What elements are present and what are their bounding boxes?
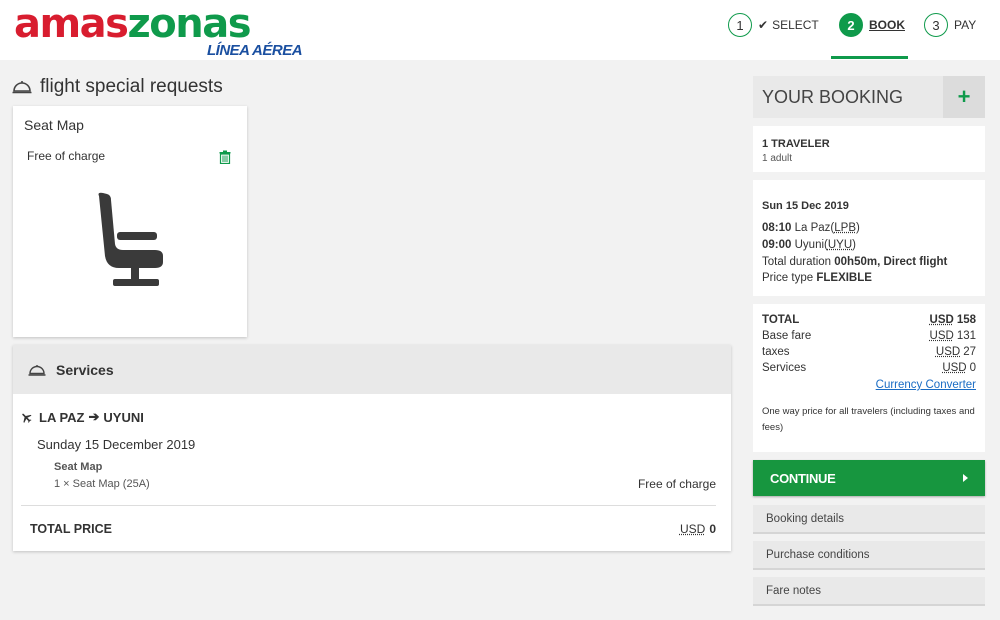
arrival-code: UYU [827,239,853,251]
seat-map-title: Seat Map [24,117,84,133]
trash-icon[interactable] [219,150,231,164]
services-title: Services [56,362,114,378]
duration-label: Total duration [762,256,832,268]
price-type-value: FLEXIBLE [816,272,872,284]
purchase-conditions-button[interactable]: Purchase conditions [753,541,985,570]
step-select[interactable]: 1 ✔ SELECT [728,13,819,37]
currency-code: USD [679,522,706,536]
travelers-panel: 1 TRAVELER 1 adult [753,126,985,172]
flight-route: LA PAZ ➔ UYUNI [20,409,144,425]
seat-map-price: Free of charge [27,149,106,163]
side-button-label: Purchase conditions [766,549,870,561]
airplane-icon [22,413,32,423]
price-breakdown-panel: TOTAL USD 158 Base fare USD 131 taxes USD 2… [753,304,985,452]
summary-flight-date: Sun 15 Dec 2019 [762,200,849,212]
amaszonas-logo[interactable]: amaszonas LÍNEA AÉREA [14,2,314,60]
divider [21,505,716,506]
route-destination: UYUNI [103,409,144,425]
step-label: PAY [954,18,977,32]
travelers-detail: 1 adult [762,153,793,164]
page-title-text: flight special requests [40,76,223,97]
caret-right-icon [963,474,968,482]
side-button-label: Booking details [766,513,844,525]
price-row-label: Base fare [762,330,812,342]
step-number: 2 [839,13,863,37]
step-number: 3 [924,13,948,37]
continue-button[interactable]: CONTINUE [753,460,985,496]
price-row-value: USD 131 [929,330,976,342]
checkmark-icon: ✔ [758,18,769,32]
header: amaszonas LÍNEA AÉREA 1 ✔ SELECT 2 BOOK … [0,0,1000,60]
departure-city: La Paz( [794,222,835,234]
step-number: 1 [728,13,752,37]
arrival-time: 09:00 [762,239,792,251]
active-step-indicator [831,56,908,59]
price-type-line: Price type FLEXIBLE [762,272,872,284]
price-type-label: Price type [762,272,814,284]
flight-summary-panel: Sun 15 Dec 2019 08:10 La Paz(LPB) 09:00 … [753,180,985,296]
step-pay[interactable]: 3 PAY [924,13,976,37]
your-booking-header: YOUR BOOKING + [753,76,985,118]
services-card: Services LA PAZ ➔ UYUNI Sunday 15 Decemb… [13,345,731,551]
services-header: Services [13,345,731,394]
duration-value: 00h50m, Direct flight [834,256,948,268]
plus-icon[interactable]: + [943,76,985,118]
price-row-label: taxes [762,346,790,358]
service-item-detail: 1 × Seat Map (25A) [54,478,150,490]
total-amount: 0 [709,522,716,536]
seat-map-card[interactable]: Seat Map Free of charge [13,106,247,337]
logo-tagline: LÍNEA AÉREA [207,42,303,59]
departure-code: LPB [834,222,857,234]
price-note: One way price for all travelers (includi… [762,406,975,433]
continue-label: CONTINUE [770,471,836,486]
total-price-label: TOTAL PRICE [30,522,112,536]
paren: ) [856,222,860,234]
flight-date: Sunday 15 December 2019 [37,437,196,452]
step-label: SELECT [772,18,819,32]
route-origin: LA PAZ [39,409,85,425]
price-row-label: Services [762,362,807,374]
step-label: BOOK [869,18,905,32]
booking-details-button[interactable]: Booking details [753,505,985,534]
side-button-label: Fare notes [766,585,821,597]
arrival-city: Uyuni( [794,239,828,251]
duration-line: Total duration 00h50m, Direct flight [762,256,947,268]
seat-icon [98,192,163,286]
price-row-value: USD 158 [929,314,976,326]
total-price-value: USD 0 [680,522,716,536]
page-title: flight special requests [12,76,223,98]
your-booking-title: YOUR BOOKING [762,87,904,107]
arrow-right-icon: ➔ [88,409,100,424]
departure-line: 08:10 La Paz(LPB) [762,222,860,234]
travelers-count: 1 TRAVELER [762,138,830,150]
service-bell-icon [12,81,32,94]
service-bell-icon [28,365,46,376]
price-row-value: USD 27 [935,346,976,358]
arrival-line: 09:00 Uyuni(UYU) [762,239,856,251]
departure-time: 08:10 [762,222,792,234]
price-row-label: TOTAL [762,314,800,326]
service-item-name: Seat Map [54,461,103,473]
paren: ) [852,239,856,251]
fare-notes-button[interactable]: Fare notes [753,577,985,606]
step-book[interactable]: 2 BOOK [839,13,905,37]
logo-wordmark: amaszonas [14,1,252,47]
service-item-price: Free of charge [637,477,716,491]
currency-converter-link[interactable]: Currency Converter [876,379,976,391]
price-row-value: USD 0 [942,362,976,374]
